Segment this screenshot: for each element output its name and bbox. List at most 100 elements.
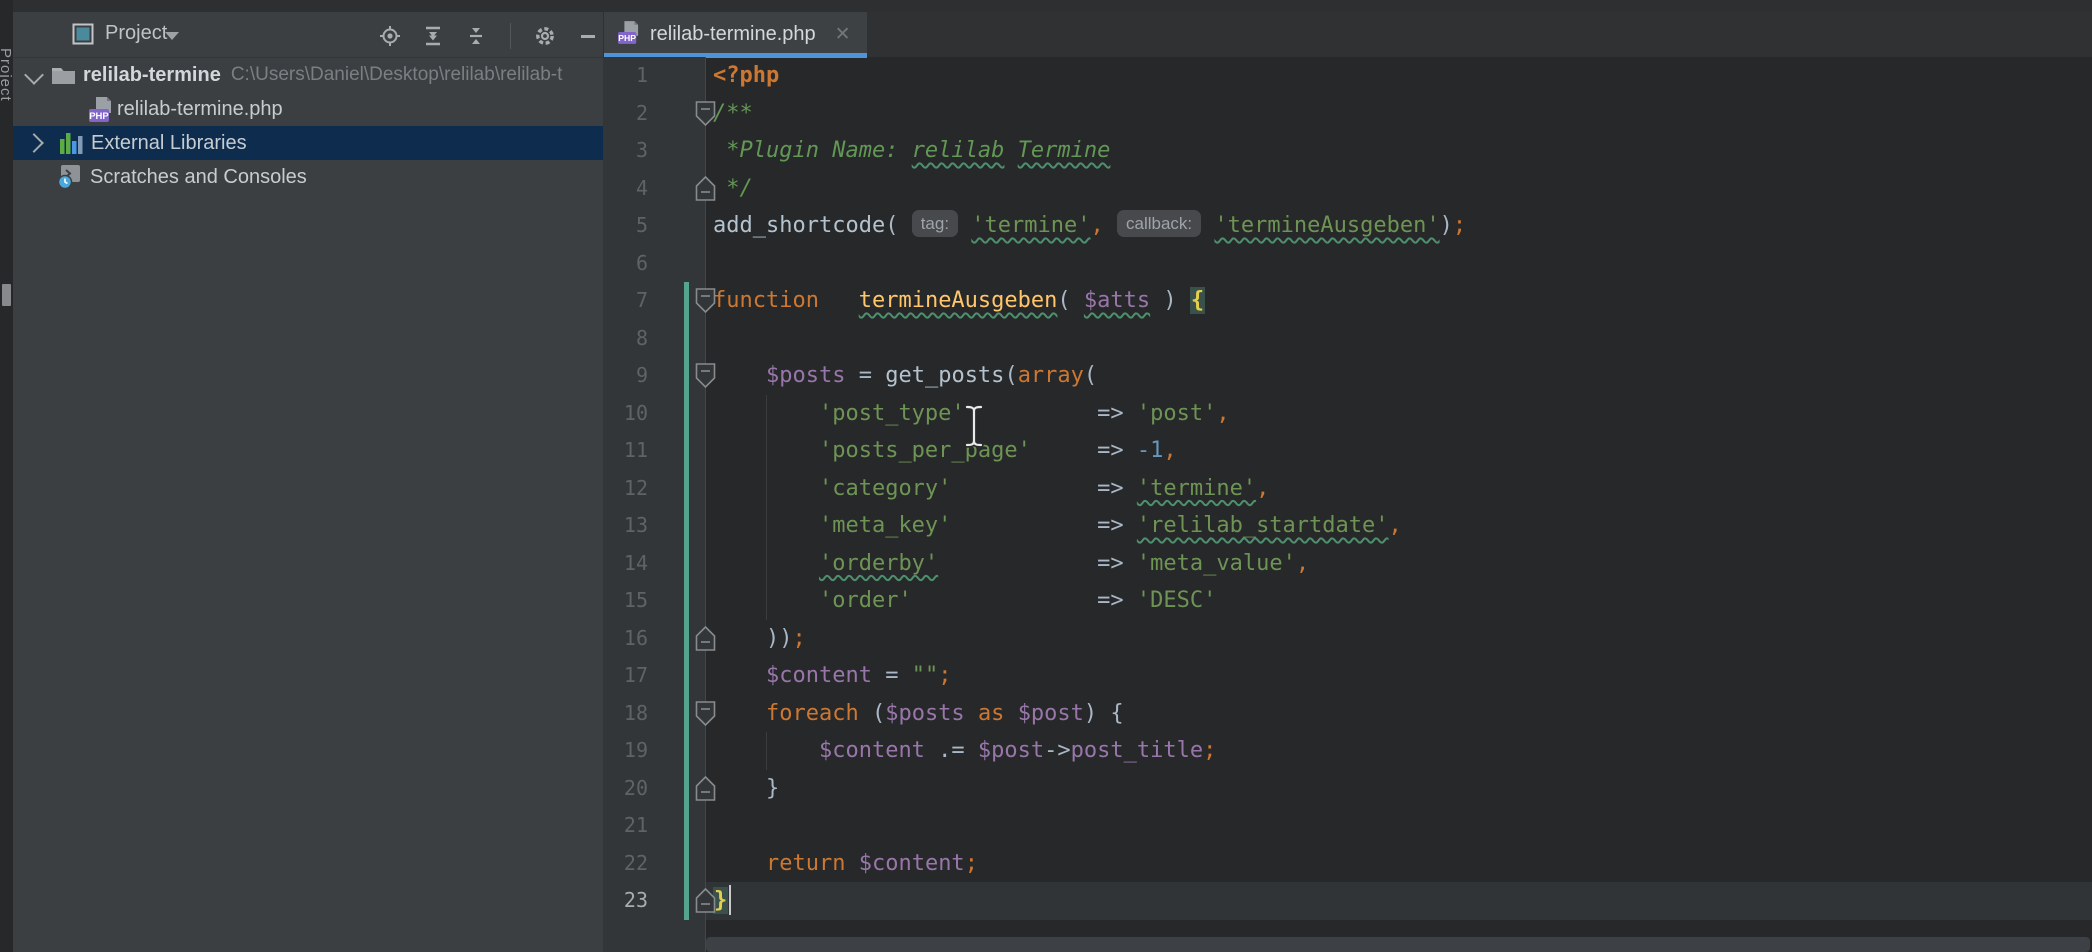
code-token-var: $post — [978, 738, 1044, 763]
code-token-pun — [713, 588, 819, 613]
tree-row-project-root[interactable]: relilab-termine C:\Users\Daniel\Desktop\… — [13, 58, 603, 92]
chevron-collapsed-icon[interactable] — [24, 133, 44, 153]
window-icon — [72, 23, 94, 45]
fold-start-icon[interactable] — [693, 286, 718, 315]
code-line[interactable] — [706, 320, 2092, 358]
code-token-pun: } — [713, 776, 779, 801]
code-token-kw: , — [1163, 438, 1176, 463]
close-icon[interactable]: ✕ — [835, 23, 851, 46]
code-line[interactable]: $content .= $post->post_title; — [706, 732, 2092, 770]
code-token-pun — [713, 738, 819, 763]
code-token-str: 'posts_per_page' — [819, 438, 1031, 463]
code-token-num: -1 — [1137, 438, 1164, 463]
code-line[interactable] — [706, 245, 2092, 283]
fold-start-icon[interactable] — [693, 699, 718, 728]
fold-start-icon[interactable] — [693, 361, 718, 390]
code-line[interactable]: 'post_type' => 'post', — [706, 395, 2092, 433]
code-token-pun — [1104, 213, 1117, 238]
code-line[interactable]: /** — [706, 95, 2092, 133]
code-token-pun — [713, 401, 819, 426]
code-token-pun — [965, 701, 978, 726]
code-line[interactable]: 'posts_per_page' => -1, — [706, 432, 2092, 470]
code-line[interactable]: )); — [706, 620, 2092, 658]
line-number: 16 — [603, 620, 648, 658]
code-line[interactable]: 'orderby' => 'meta_value', — [706, 545, 2092, 583]
code-token-var: $content — [859, 851, 965, 876]
code-token-kw: as — [978, 701, 1005, 726]
fold-end-icon[interactable] — [693, 886, 718, 915]
code-token-kw: , — [1091, 213, 1104, 238]
tree-item-label[interactable]: relilab-termine — [83, 64, 221, 87]
fold-start-icon[interactable] — [693, 99, 718, 128]
code-token-str: "" — [912, 663, 939, 688]
code-token-strw: 'relilab_startdate' — [1137, 513, 1389, 538]
settings-gear-icon[interactable] — [534, 25, 556, 47]
code-token-str: 'meta_value' — [1137, 551, 1296, 576]
fold-end-icon[interactable] — [693, 774, 718, 803]
code-line[interactable]: 'meta_key' => 'relilab_startdate', — [706, 507, 2092, 545]
code-token-strw: 'orderby' — [819, 551, 938, 576]
tree-row-php-file[interactable]: PHP relilab-termine.php — [13, 92, 603, 126]
code-line[interactable]: foreach ($posts as $post) { — [706, 695, 2092, 733]
code-token-pun — [713, 476, 819, 501]
code-line[interactable]: $posts = get_posts(array( — [706, 357, 2092, 395]
code-token-kw: , — [1389, 513, 1402, 538]
code-token-kw: ; — [1203, 738, 1216, 763]
editor: PHP relilab-termine.php ✕ 1<?php2/**3 *P… — [603, 12, 2092, 952]
tree-row-scratches[interactable]: Scratches and Consoles — [13, 160, 603, 194]
hide-panel-icon[interactable] — [577, 25, 599, 47]
code-line[interactable]: } — [706, 882, 2092, 920]
fold-end-icon[interactable] — [693, 624, 718, 653]
code-token-var: post_title — [1071, 738, 1203, 763]
code-token-pun — [713, 513, 819, 538]
code-token-str: 'post_type' — [819, 401, 965, 426]
code-token-brace: { — [1190, 287, 1205, 314]
svg-text:PHP: PHP — [618, 33, 636, 43]
collapse-all-icon[interactable] — [465, 25, 487, 47]
code-line[interactable]: *Plugin Name: relilab Termine — [706, 132, 2092, 170]
tree-item-label[interactable]: relilab-termine.php — [117, 92, 283, 126]
code-token-pun — [713, 851, 766, 876]
tree-item-label[interactable]: Scratches and Consoles — [90, 160, 307, 194]
panel-title[interactable]: Project — [105, 22, 167, 45]
stripe-mini-icon[interactable] — [2, 284, 11, 306]
code-line[interactable]: 'category' => 'termine', — [706, 470, 2092, 508]
code-token-kw: array — [1018, 363, 1084, 388]
fold-end-icon[interactable] — [693, 174, 718, 203]
code-token-pun: ) { — [1084, 701, 1124, 726]
code-token-call: get_posts — [885, 363, 1004, 388]
horizontal-scrollbar[interactable] — [706, 937, 2090, 952]
code-line[interactable]: <?php — [706, 57, 2092, 95]
code-token-pun: ) — [1440, 213, 1453, 238]
code-token-pun — [845, 851, 858, 876]
code-line[interactable]: $content = ""; — [706, 657, 2092, 695]
tab-relilab-termine-php[interactable]: PHP relilab-termine.php ✕ — [604, 12, 867, 57]
code-token-kw: ; — [938, 663, 951, 688]
scratches-icon — [57, 160, 83, 194]
code-token-pun: = — [845, 363, 885, 388]
code-line[interactable]: } — [706, 770, 2092, 808]
locate-icon[interactable] — [379, 25, 401, 47]
code-token-pun — [958, 213, 971, 238]
code-line[interactable]: add_shortcode( tag: 'termine', callback:… — [706, 207, 2092, 245]
line-number: 5 — [603, 207, 648, 245]
code-line[interactable] — [706, 807, 2092, 845]
tab-label[interactable]: relilab-termine.php — [650, 23, 816, 46]
code-token-strw: 'termineAusgeben' — [1214, 213, 1439, 238]
line-number: 15 — [603, 582, 648, 620]
chevron-down-icon[interactable] — [165, 32, 179, 40]
line-number: 19 — [603, 732, 648, 770]
project-stripe-button[interactable]: Project — [0, 48, 14, 248]
expand-all-icon[interactable] — [422, 25, 444, 47]
code-token-pun — [713, 663, 766, 688]
code-token-pun: => — [1031, 438, 1137, 463]
chevron-expanded-icon[interactable] — [24, 65, 44, 85]
code-line[interactable]: return $content; — [706, 845, 2092, 883]
code-line[interactable]: 'order' => 'DESC' — [706, 582, 2092, 620]
code-line[interactable]: function termineAusgeben( $atts ) { — [706, 282, 2092, 320]
editor-viewport[interactable]: 1<?php2/**3 *Plugin Name: relilab Termin… — [603, 57, 2092, 952]
line-number: 3 — [603, 132, 648, 170]
tree-item-label[interactable]: External Libraries — [91, 126, 247, 160]
code-line[interactable]: */ — [706, 170, 2092, 208]
tree-row-external-libraries[interactable]: External Libraries — [13, 126, 603, 160]
